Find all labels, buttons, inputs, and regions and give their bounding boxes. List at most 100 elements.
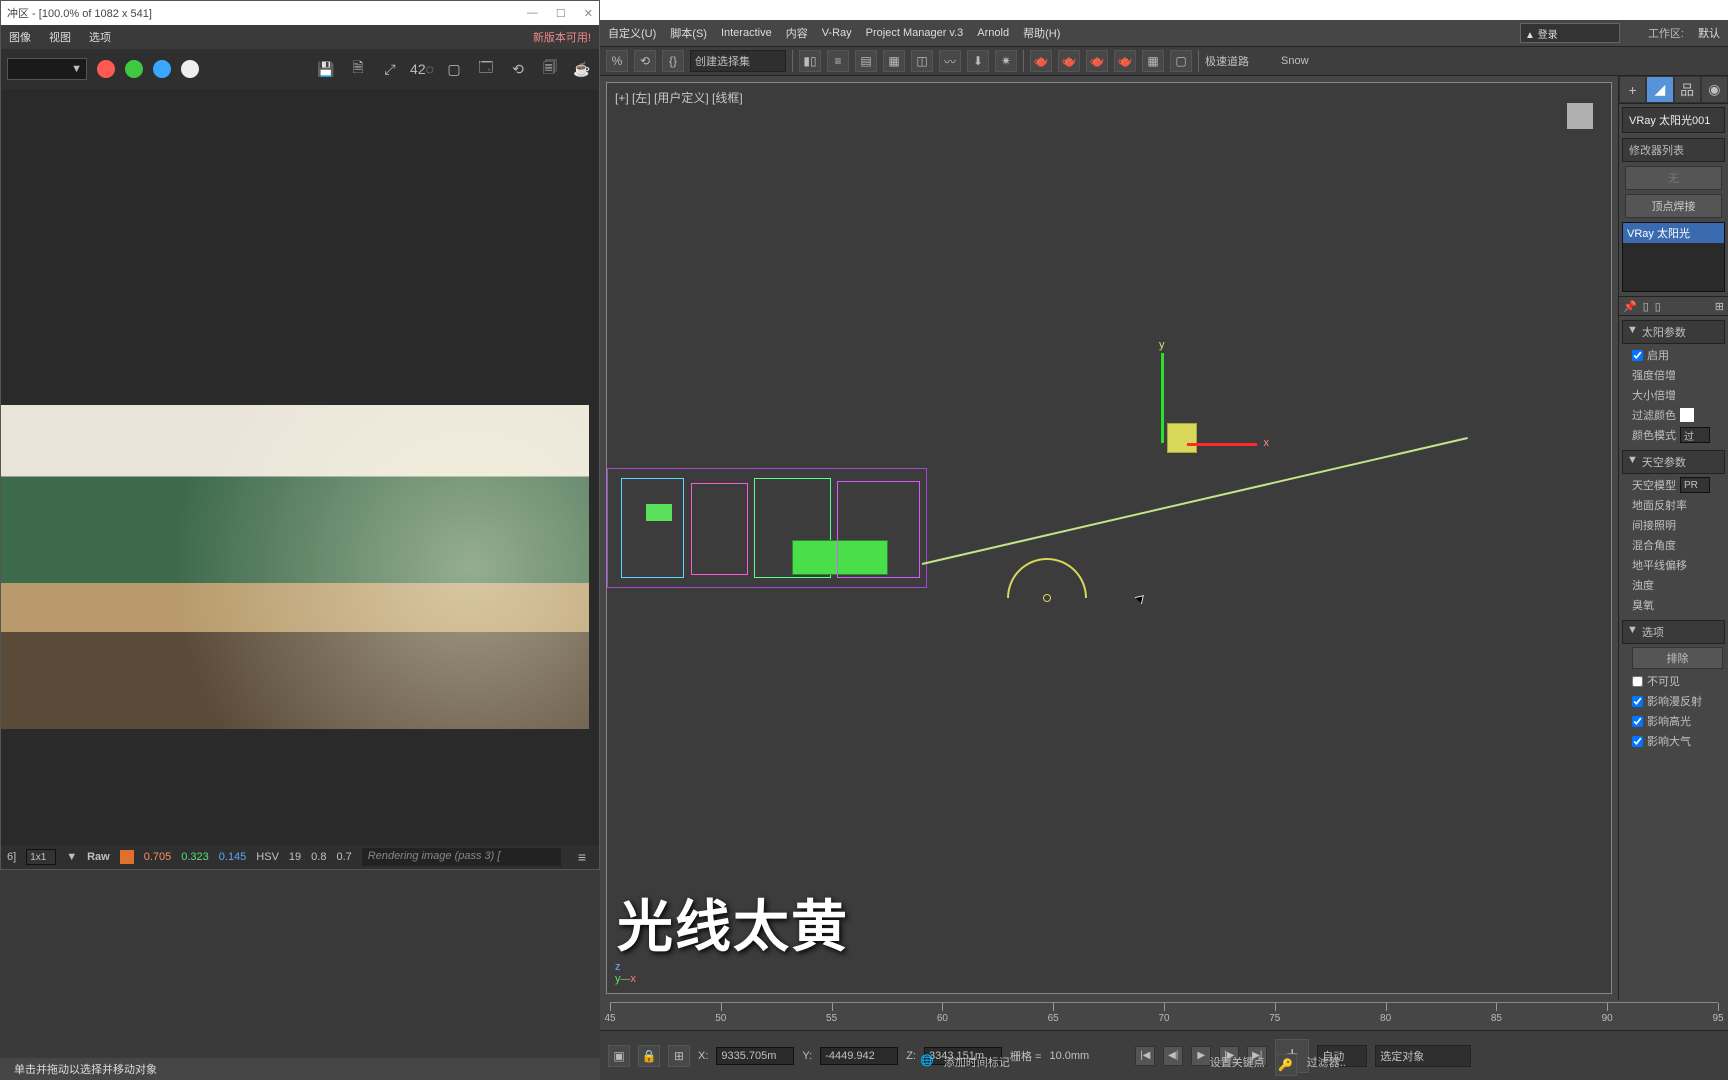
schematic-icon[interactable]: ⬇ — [967, 50, 989, 72]
menu-script[interactable]: 脚本(S) — [670, 25, 707, 41]
invisible-checkbox[interactable]: 不可见 — [1632, 673, 1723, 689]
curve-editor-icon[interactable]: 〰 — [939, 50, 961, 72]
tab-create[interactable]: + — [1619, 76, 1646, 103]
time-ruler[interactable]: 4550556065707580859095 — [610, 1002, 1718, 1030]
selection-dropdown[interactable]: 选定对象 — [1375, 1045, 1471, 1067]
sky-model-dropdown[interactable]: PR — [1680, 477, 1710, 493]
scale-dropdown[interactable]: 1x1 — [26, 849, 56, 865]
material-icon[interactable]: ✷ — [995, 50, 1017, 72]
copy-icon[interactable]: 🗎 — [347, 58, 369, 80]
vertex-weld-button[interactable]: 顶点焊接 — [1625, 194, 1722, 218]
stack-tool2-icon[interactable]: ▯ — [1655, 300, 1661, 313]
maximize-icon[interactable]: ☐ — [556, 7, 566, 20]
workspace-value[interactable]: 默认 — [1698, 25, 1720, 41]
tab-motion[interactable]: ◉ — [1701, 76, 1728, 103]
stack-config-icon[interactable]: ⊞ — [1715, 300, 1724, 313]
menu-interactive[interactable]: Interactive — [721, 27, 772, 39]
save-icon[interactable]: 💾 — [315, 58, 337, 80]
align-icon[interactable]: ≡ — [827, 50, 849, 72]
lock-icon[interactable]: 🔒 — [638, 1045, 660, 1067]
gizmo-y-axis[interactable] — [1161, 353, 1164, 443]
compare-icon[interactable]: 🗔 — [475, 58, 497, 80]
green-channel-icon[interactable] — [125, 60, 143, 78]
render-frame-icon[interactable]: ▢ — [1170, 50, 1192, 72]
history-icon[interactable]: 🗐 — [539, 58, 561, 80]
max-titlebar[interactable] — [600, 0, 1728, 20]
colormode-dropdown[interactable]: 过 — [1680, 427, 1710, 443]
tab-modify[interactable]: ◢ — [1646, 76, 1673, 103]
minimize-icon[interactable]: — — [527, 7, 538, 20]
mono-channel-icon[interactable] — [181, 60, 199, 78]
vfb-viewport[interactable] — [1, 89, 599, 845]
menu-vray[interactable]: V-Ray — [822, 27, 852, 39]
braces-icon[interactable]: {} — [662, 50, 684, 72]
key-icon[interactable]: 🔑 — [1275, 1054, 1297, 1076]
key-filter-label[interactable]: 过滤器.. — [1307, 1054, 1346, 1076]
menu-customize[interactable]: 自定义(U) — [608, 25, 656, 41]
vfb-titlebar[interactable]: 冲区 - [100.0% of 1082 x 541] — ☐ ✕ — [1, 1, 599, 25]
affect-diffuse-checkbox[interactable]: 影响漫反射 — [1632, 693, 1723, 709]
affect-specular-checkbox[interactable]: 影响高光 — [1632, 713, 1723, 729]
coord-x-field[interactable]: 9335.705m — [716, 1047, 794, 1065]
close-icon[interactable]: ✕ — [584, 7, 593, 20]
affect-atmos-checkbox[interactable]: 影响大气 — [1632, 733, 1723, 749]
modifier-stack[interactable]: VRay 太阳光 — [1622, 222, 1725, 292]
teapot-icon[interactable]: ☕ — [571, 58, 593, 80]
coord-y-field[interactable]: -4449.942 — [820, 1047, 898, 1065]
viewcube-icon[interactable] — [1567, 103, 1593, 129]
menu-projectmanager[interactable]: Project Manager v.3 — [866, 27, 964, 39]
exclude-button[interactable]: 排除 — [1632, 647, 1723, 669]
rollup-options-header[interactable]: ▼选项 — [1622, 620, 1725, 644]
frame-icon[interactable]: ▢ — [443, 58, 465, 80]
snap-icon[interactable]: ⊞ — [668, 1045, 690, 1067]
menu-image[interactable]: 图像 — [9, 29, 31, 45]
filter-color-swatch[interactable] — [1680, 408, 1694, 422]
sun-object[interactable] — [1167, 423, 1197, 453]
stack-item-vraysun[interactable]: VRay 太阳光 — [1623, 223, 1724, 243]
menu-options[interactable]: 选项 — [89, 29, 111, 45]
set-key-label[interactable]: 设置关键点 — [1210, 1054, 1265, 1076]
isolate-icon[interactable]: ▣ — [608, 1045, 630, 1067]
bucket-icon[interactable]: 42◌ — [411, 58, 433, 80]
login-dropdown[interactable]: ▲ 登录 — [1520, 23, 1620, 43]
gizmo-x-axis[interactable] — [1187, 443, 1257, 446]
teapot1-icon[interactable]: 🫖 — [1030, 50, 1052, 72]
menu-content[interactable]: 内容 — [786, 25, 808, 41]
percent-icon[interactable]: % — [606, 50, 628, 72]
menu-view[interactable]: 视图 — [49, 29, 71, 45]
tab-hierarchy[interactable]: 品 — [1674, 76, 1701, 103]
red-channel-icon[interactable] — [97, 60, 115, 78]
snap-angle-icon[interactable]: ⟲ — [634, 50, 656, 72]
modifier-list-dropdown[interactable]: 修改器列表 — [1622, 138, 1725, 162]
script-btn-1[interactable]: 极速道路 — [1205, 53, 1249, 69]
rollup-sun-header[interactable]: ▼太阳参数 — [1622, 320, 1725, 344]
menu-icon[interactable]: ≡ — [571, 846, 593, 868]
chevron-down-icon[interactable]: ▼ — [66, 851, 77, 863]
selection-set-dropdown[interactable]: 创建选择集 — [690, 50, 786, 72]
timeline[interactable]: 4550556065707580859095 — [600, 1000, 1728, 1030]
channel-dropdown[interactable]: ▼ — [7, 58, 87, 80]
layer-explorer-icon[interactable]: ▦ — [883, 50, 905, 72]
teapot3-icon[interactable]: 🫖 — [1086, 50, 1108, 72]
stack-tool-icon[interactable]: ▯ — [1643, 300, 1649, 313]
teapot2-icon[interactable]: 🫖 — [1058, 50, 1080, 72]
globe-icon[interactable]: 🌐 — [920, 1054, 934, 1076]
teapot4-icon[interactable]: 🫖 — [1114, 50, 1136, 72]
layers-icon[interactable]: ▤ — [855, 50, 877, 72]
pin-icon[interactable]: 📌 — [1623, 300, 1637, 313]
sun-compass[interactable] — [1007, 558, 1087, 598]
viewport-left[interactable]: [+] [左] [用户定义] [线框] zy—x — [606, 82, 1612, 994]
mirror-icon[interactable]: ▮▯ — [799, 50, 821, 72]
menu-help[interactable]: 帮助(H) — [1023, 25, 1060, 41]
region-icon[interactable]: ⤢ — [379, 58, 401, 80]
new-version-link[interactable]: 新版本可用! — [533, 29, 591, 45]
viewport-label[interactable]: [+] [左] [用户定义] [线框] — [615, 89, 743, 106]
refresh-icon[interactable]: ⟲ — [507, 58, 529, 80]
add-time-tag[interactable]: 添加时间标记 — [944, 1054, 1010, 1076]
sun-enable-checkbox[interactable]: 启用 — [1632, 347, 1723, 363]
mod-none-button[interactable]: 无 — [1625, 166, 1722, 190]
script-btn-2[interactable]: Snow — [1281, 55, 1309, 67]
menu-arnold[interactable]: Arnold — [977, 27, 1009, 39]
blue-channel-icon[interactable] — [153, 60, 171, 78]
render-setup-icon[interactable]: ▦ — [1142, 50, 1164, 72]
